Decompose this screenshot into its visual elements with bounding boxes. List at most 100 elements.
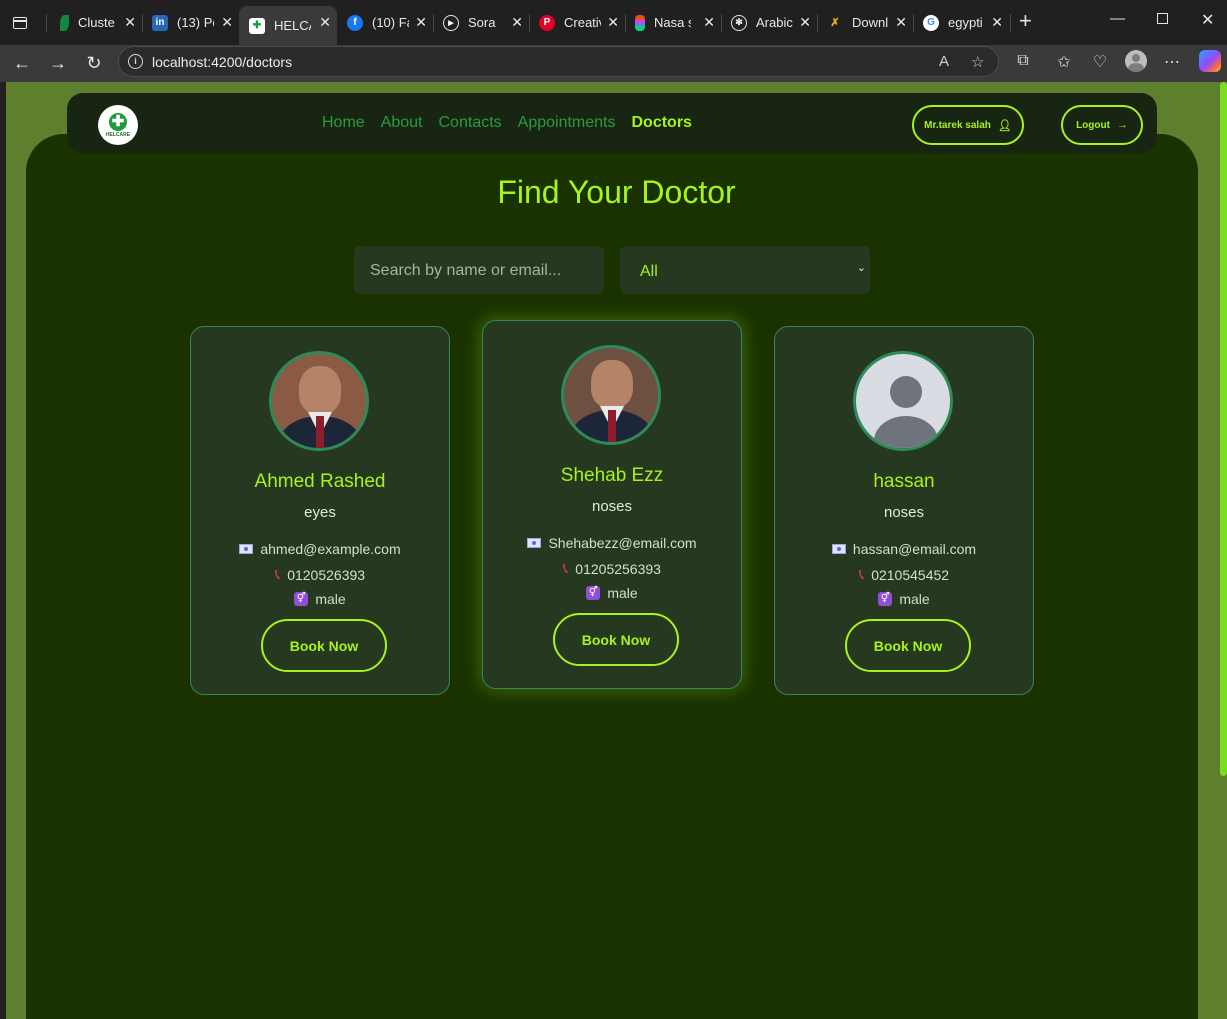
tab-title: Sora xyxy=(468,15,496,30)
pinterest-icon: P xyxy=(539,14,555,31)
user-profile-button[interactable]: Mr.tarek salah 👤︎ xyxy=(912,105,1024,145)
browser-essentials-icon[interactable]: ♡ xyxy=(1089,52,1111,72)
doctor-phone: 01205256393 xyxy=(575,560,661,577)
tab-pinterest[interactable]: P Creativ ✕ xyxy=(529,6,625,39)
search-input[interactable]: Search by name or email... xyxy=(354,246,604,294)
tab-title: Cluster xyxy=(78,15,115,30)
doctor-name: Shehab Ezz xyxy=(560,465,664,486)
tab-title: (13) Po xyxy=(177,15,214,30)
nav-link-about[interactable]: About xyxy=(381,114,423,132)
download-site-icon: ✗ xyxy=(830,17,840,29)
doctor-card: Ahmed Rashed eyes ahmed@example.com 📞︎ 0… xyxy=(190,326,450,695)
doctor-card: Shehab Ezz noses Shehabezz@email.com 📞︎ … xyxy=(482,320,742,689)
close-icon[interactable]: ✕ xyxy=(511,14,523,31)
close-icon[interactable]: ✕ xyxy=(124,14,136,31)
close-icon[interactable]: ✕ xyxy=(799,14,811,31)
arrow-right-icon: → xyxy=(1116,119,1128,131)
doctor-phone-row: 📞︎ 0210545452 xyxy=(775,566,1033,583)
tab-separator xyxy=(46,14,47,32)
tab-title: egypti xyxy=(948,15,983,30)
close-icon[interactable]: ✕ xyxy=(991,14,1003,31)
minimize-icon[interactable]: — xyxy=(1110,10,1125,27)
tab-google[interactable]: G egypti ✕ xyxy=(913,6,1009,39)
back-icon[interactable]: ← xyxy=(10,51,34,75)
tab-actions-icon[interactable] xyxy=(8,11,32,35)
book-now-button[interactable]: Book Now xyxy=(845,619,971,672)
phone-icon: 📞︎ xyxy=(274,566,281,583)
doctor-email-row: hassan@email.com xyxy=(775,541,1033,557)
tab-arabic[interactable]: ✻ Arabic ✕ xyxy=(721,6,817,39)
close-icon[interactable]: ✕ xyxy=(415,14,427,31)
close-icon[interactable]: ✕ xyxy=(221,14,233,31)
favorites-icon[interactable]: ✩ xyxy=(1053,52,1075,72)
nav-link-home[interactable]: Home xyxy=(322,114,365,132)
doctor-specialty: noses xyxy=(591,498,633,515)
forward-icon[interactable]: → xyxy=(46,51,70,75)
doctor-email-row: ahmed@example.com xyxy=(191,541,449,557)
url-text[interactable]: localhost:4200/doctors xyxy=(152,54,292,70)
maximize-icon[interactable] xyxy=(1157,13,1168,24)
doctor-specialty: eyes xyxy=(304,504,336,521)
new-tab-icon[interactable]: + xyxy=(1019,10,1032,32)
helcare-logo[interactable]: ✚ HELCARE xyxy=(98,105,138,145)
nav-links: Home About Contacts Appointments Doctors xyxy=(322,114,692,132)
browser-tab-strip: Cluster ✕ in (13) Po ✕ ✚ HELCA ✕ f (10) … xyxy=(0,0,1227,45)
sora-icon: ▶ xyxy=(443,14,459,31)
address-bar[interactable]: i localhost:4200/doctors A ☆ xyxy=(118,46,999,77)
doctor-gender: male xyxy=(607,585,638,601)
doctor-email: ahmed@example.com xyxy=(260,541,401,557)
site-navbar: ✚ HELCARE Home About Contacts Appointmen… xyxy=(67,93,1157,153)
tab-cluster[interactable]: Cluster ✕ xyxy=(50,6,142,39)
profile-avatar-icon[interactable] xyxy=(1125,50,1147,72)
doctor-email: Shehabezz@email.com xyxy=(548,535,697,551)
book-now-button[interactable]: Book Now xyxy=(261,619,387,672)
copilot-icon[interactable] xyxy=(1199,50,1221,72)
book-now-button[interactable]: Book Now xyxy=(553,613,679,666)
tab-figma[interactable]: Nasa s ✕ xyxy=(625,6,721,39)
tab-separator xyxy=(1010,14,1011,32)
tab-facebook[interactable]: f (10) Fa ✕ xyxy=(337,6,433,39)
tab-sora[interactable]: ▶ Sora ✕ xyxy=(433,6,529,39)
doctor-email: hassan@email.com xyxy=(852,541,977,557)
read-aloud-icon[interactable]: A xyxy=(939,53,949,70)
close-icon[interactable]: ✕ xyxy=(703,14,715,31)
tab-download[interactable]: ✗ Downl ✕ xyxy=(817,6,913,39)
extensions-icon[interactable]: ⧉ xyxy=(1012,52,1034,70)
tab-linkedin[interactable]: in (13) Po ✕ xyxy=(142,6,239,39)
close-icon[interactable]: ✕ xyxy=(319,14,331,31)
specialty-filter-select[interactable]: All ⌄ xyxy=(620,246,870,294)
logout-button[interactable]: Logout → xyxy=(1061,105,1143,145)
mongodb-leaf-icon xyxy=(60,14,69,31)
page-title: Find Your Doctor xyxy=(497,174,736,210)
user-icon: 👤︎ xyxy=(997,119,1012,132)
close-icon[interactable]: ✕ xyxy=(895,14,907,31)
site-info-icon[interactable]: i xyxy=(128,54,143,69)
tab-title: Arabic xyxy=(756,15,793,30)
nav-link-appointments[interactable]: Appointments xyxy=(518,114,616,132)
doctor-phone-row: 📞︎ 0120526393 xyxy=(191,566,449,583)
doctor-phone-row: 📞︎ 01205256393 xyxy=(483,560,741,577)
nav-link-contacts[interactable]: Contacts xyxy=(439,114,502,132)
favorite-star-icon[interactable]: ☆ xyxy=(971,53,984,71)
tab-helcare[interactable]: ✚ HELCA ✕ xyxy=(239,6,337,45)
tab-title: Creativ xyxy=(564,15,601,30)
helcare-icon: ✚ xyxy=(249,17,265,34)
close-icon[interactable]: ✕ xyxy=(607,14,619,31)
tab-title: Nasa s xyxy=(654,15,691,30)
page-scrollbar[interactable] xyxy=(1218,82,1227,1019)
nav-link-doctors[interactable]: Doctors xyxy=(631,114,691,132)
chevron-down-icon: ⌄ xyxy=(856,262,866,274)
doctor-gender-row: ⚥ male xyxy=(775,591,1033,607)
more-menu-icon[interactable]: ⋯ xyxy=(1161,52,1183,72)
id-card-icon xyxy=(831,544,846,554)
user-name-label: Mr.tarek salah xyxy=(924,119,991,131)
refresh-icon[interactable]: ↻ xyxy=(82,51,106,75)
medical-cross-icon: ✚ xyxy=(109,112,127,131)
default-avatar-icon xyxy=(853,351,953,451)
logo-text: HELCARE xyxy=(105,131,131,138)
doctor-avatar xyxy=(269,351,369,451)
doctor-gender-row: ⚥ male xyxy=(191,591,449,607)
window-close-icon[interactable]: ✕ xyxy=(1201,10,1214,30)
doctor-phone: 0210545452 xyxy=(871,566,950,583)
scrollbar-thumb[interactable] xyxy=(1220,82,1227,776)
